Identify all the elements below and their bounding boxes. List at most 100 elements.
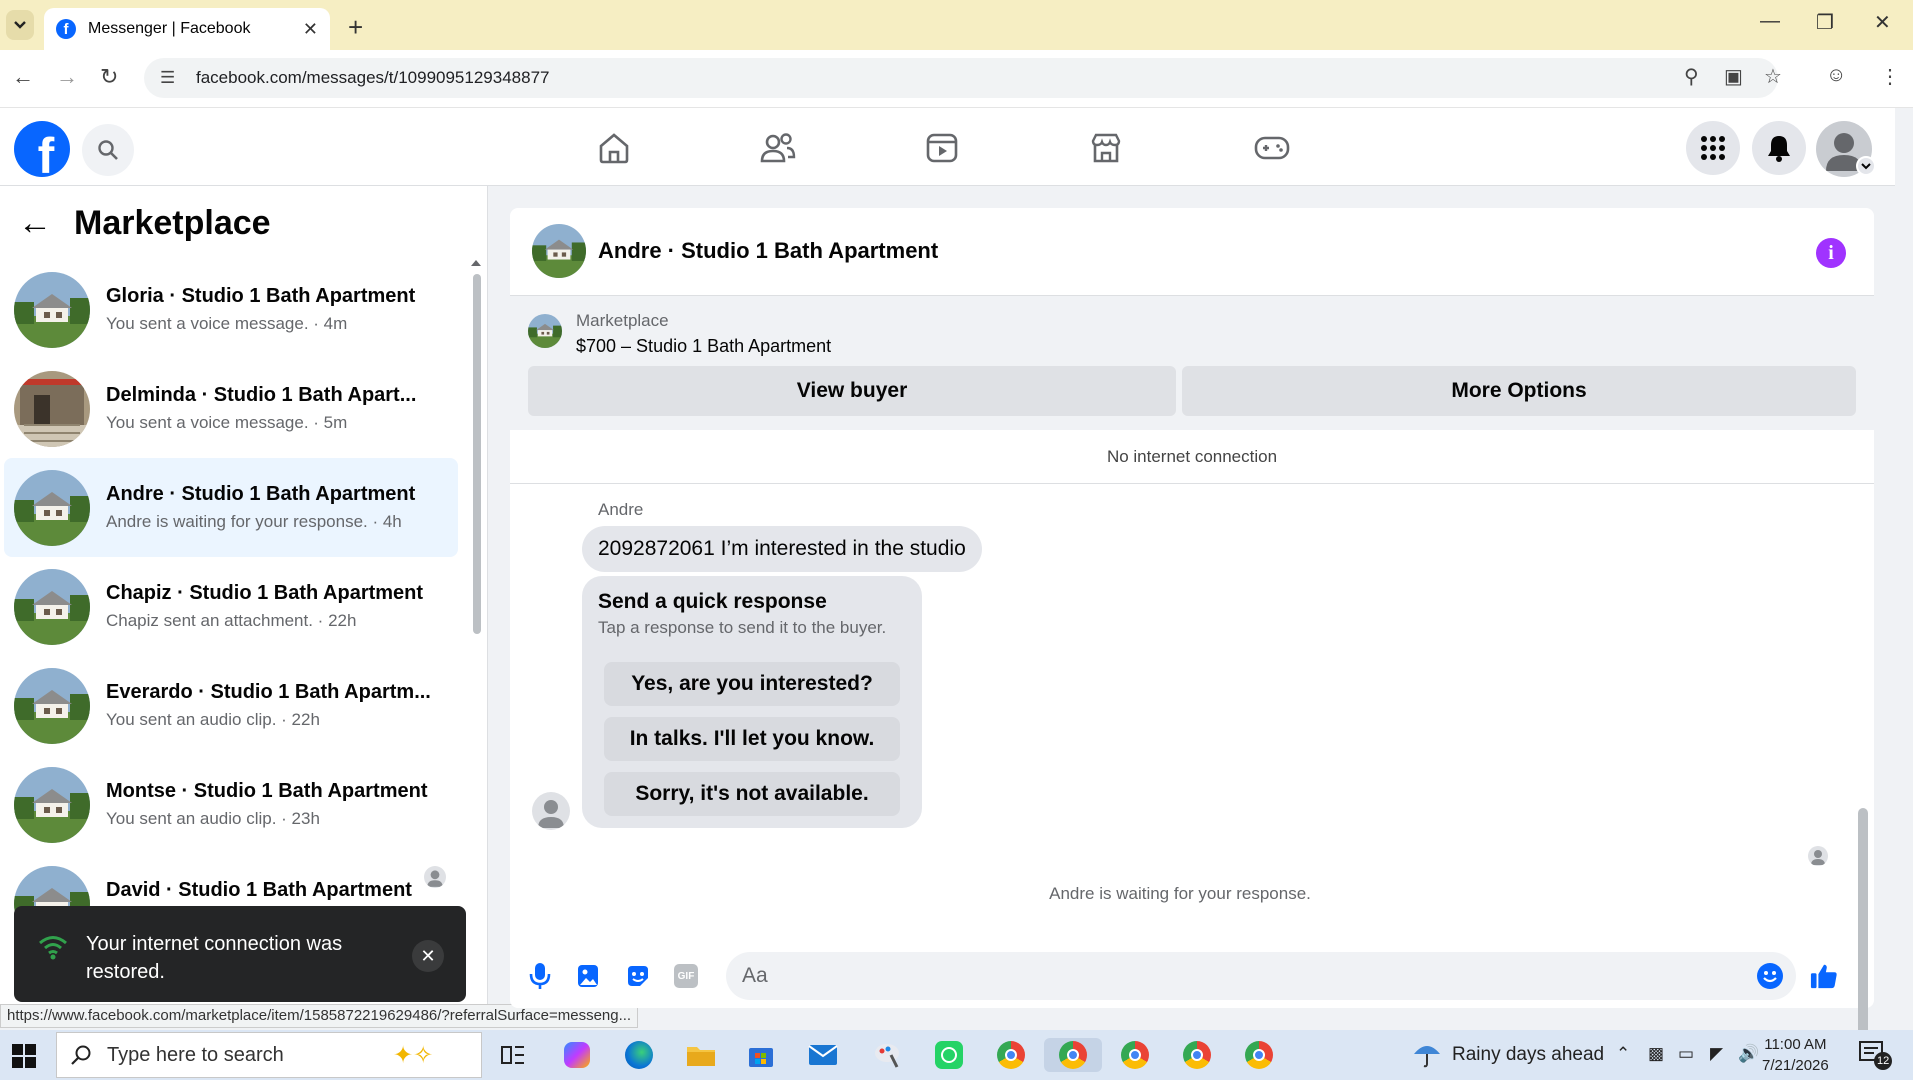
like-button[interactable]: [1810, 962, 1838, 990]
sticker-button[interactable]: [624, 962, 652, 990]
conversation-item[interactable]: Everardo · Studio 1 Bath Apartm... You se…: [4, 656, 458, 755]
conversation-list: Gloria · Studio 1 Bath Apartment You sent…: [4, 260, 458, 953]
marketplace-icon: [1091, 133, 1121, 163]
conversation-name: David · Studio 1 Bath Apartment: [106, 879, 412, 901]
voice-clip-button[interactable]: [526, 962, 554, 990]
notifications-button[interactable]: [1752, 121, 1806, 175]
sender-avatar[interactable]: [532, 792, 570, 830]
weather-widget[interactable]: Rainy days ahead: [1412, 1042, 1604, 1068]
restore-icon[interactable]: ❐: [1816, 10, 1834, 35]
chrome-icon[interactable]: [1118, 1038, 1152, 1072]
conversation-item[interactable]: Montse · Studio 1 Bath Apartment You sent…: [4, 755, 458, 854]
listing-porch-image: [14, 370, 90, 447]
message-input[interactable]: Aa: [726, 952, 1796, 1000]
info-icon[interactable]: i: [1816, 238, 1846, 268]
new-tab-button[interactable]: +: [348, 12, 363, 43]
chat-avatar[interactable]: [532, 224, 586, 278]
chrome-icon[interactable]: [1180, 1038, 1214, 1072]
task-view-icon[interactable]: [496, 1038, 530, 1072]
whatsapp-icon[interactable]: [932, 1038, 966, 1072]
reload-icon[interactable]: ↻: [100, 64, 118, 90]
minimize-icon[interactable]: —: [1760, 10, 1780, 33]
message-bubble[interactable]: 2092872061 I’m interested in the studio: [582, 526, 982, 572]
tray-chevron-up-icon[interactable]: ⌃: [1616, 1044, 1630, 1064]
forward-icon[interactable]: →: [56, 64, 78, 90]
sidebar-scroll-thumb[interactable]: [473, 274, 481, 634]
mail-icon[interactable]: [806, 1038, 840, 1072]
battery-icon[interactable]: ▭: [1678, 1044, 1694, 1064]
back-icon[interactable]: ←: [12, 64, 34, 90]
umbrella-icon: [1414, 1046, 1440, 1068]
menu-button[interactable]: [1686, 121, 1740, 175]
zoom-icon[interactable]: ⚲: [1684, 64, 1699, 89]
chat-scrollbar[interactable]: [1854, 504, 1868, 1080]
network-icon[interactable]: ◤: [1710, 1044, 1723, 1064]
address-url[interactable]: facebook.com/messages/t/1099095129348877: [196, 68, 549, 88]
microphone-icon: [529, 963, 551, 989]
marketplace-nav[interactable]: [1086, 128, 1126, 168]
tab-close-icon[interactable]: ✕: [303, 19, 318, 40]
more-options-button[interactable]: More Options: [1182, 366, 1856, 416]
friends-nav[interactable]: [758, 128, 798, 168]
bookmark-star-icon[interactable]: ☆: [1764, 64, 1782, 89]
gif-button[interactable]: GIF: [672, 962, 700, 990]
emoji-button[interactable]: [1756, 962, 1784, 990]
edge-icon[interactable]: [622, 1038, 656, 1072]
microsoft-store-icon[interactable]: [744, 1038, 778, 1072]
site-info-icon[interactable]: ☰: [160, 68, 182, 88]
clock-time: 11:00 AM: [1764, 1036, 1827, 1053]
close-window-icon[interactable]: ✕: [1874, 10, 1891, 35]
back-arrow-icon[interactable]: ←: [18, 204, 52, 243]
listing-house-image: [14, 766, 90, 843]
conversation-text: Gloria · Studio 1 Bath Apartment You sent…: [106, 285, 415, 334]
conversation-preview: You sent a voice message. · 5m: [106, 413, 348, 432]
sidebar-scrollbar[interactable]: [470, 256, 482, 1026]
conversation-item[interactable]: Chapiz · Studio 1 Bath Apartment Chapiz s…: [4, 557, 458, 656]
chevron-down-icon: [1861, 162, 1871, 169]
home-nav[interactable]: [594, 128, 634, 168]
video-nav[interactable]: [922, 128, 962, 168]
message-composer: GIF Aa: [510, 944, 1874, 1008]
chrome-icon[interactable]: [994, 1038, 1028, 1072]
meet-now-icon[interactable]: ▩: [1648, 1044, 1664, 1064]
more-menu-icon[interactable]: ⋮: [1880, 64, 1900, 89]
chrome-icon[interactable]: [1044, 1038, 1102, 1072]
windows-taskbar: Type here to search ✦✧ Rainy days ahead …: [0, 1030, 1913, 1080]
copilot-icon[interactable]: [560, 1038, 594, 1072]
quick-reply-button[interactable]: In talks. I'll let you know.: [604, 717, 900, 761]
scroll-up-icon[interactable]: [470, 258, 482, 268]
listing-thumbnail[interactable]: [528, 314, 562, 348]
facebook-header: f: [0, 108, 1895, 186]
taskbar-search[interactable]: Type here to search ✦✧: [56, 1032, 482, 1078]
notification-center[interactable]: 12: [1858, 1040, 1893, 1075]
volume-icon[interactable]: 🔊: [1738, 1044, 1759, 1064]
facebook-favicon-icon: f: [56, 19, 76, 39]
conversation-item[interactable]: Delminda · Studio 1 Bath Apart... You sen…: [4, 359, 458, 458]
gaming-nav[interactable]: [1252, 128, 1292, 168]
profile-icon[interactable]: ☺: [1826, 64, 1846, 87]
taskbar-clock[interactable]: 11:00 AM 7/21/2026: [1762, 1034, 1829, 1076]
listing-house-image: [14, 568, 90, 645]
tab-search-button[interactable]: [6, 10, 34, 40]
view-buyer-button[interactable]: View buyer: [528, 366, 1176, 416]
attach-photo-button[interactable]: [574, 962, 602, 990]
quick-reply-button[interactable]: Sorry, it's not available.: [604, 772, 900, 816]
facebook-logo[interactable]: f: [14, 121, 70, 177]
search-button[interactable]: [82, 124, 134, 176]
paint-icon[interactable]: [870, 1038, 904, 1072]
quick-reply-button[interactable]: Yes, are you interested?: [604, 662, 900, 706]
chevron-down-icon: [14, 21, 26, 29]
file-explorer-icon[interactable]: [684, 1038, 718, 1072]
bell-icon: [1768, 136, 1790, 162]
address-bar[interactable]: ☰ facebook.com/messages/t/10990951293488…: [144, 58, 1778, 98]
conversation-item[interactable]: Andre · Studio 1 Bath Apartment Andre is …: [4, 458, 458, 557]
chat-title[interactable]: Andre · Studio 1 Bath Apartment: [598, 238, 938, 264]
account-menu-chevron[interactable]: [1856, 156, 1876, 176]
install-app-icon[interactable]: ▣: [1724, 64, 1743, 89]
browser-tab[interactable]: f Messenger | Facebook ✕: [44, 8, 330, 50]
listing-title[interactable]: $700 – Studio 1 Bath Apartment: [576, 336, 831, 357]
windows-start-icon[interactable]: [12, 1044, 36, 1068]
toast-close-button[interactable]: ✕: [412, 940, 444, 972]
chrome-icon[interactable]: [1242, 1038, 1276, 1072]
conversation-item[interactable]: Gloria · Studio 1 Bath Apartment You sent…: [4, 260, 458, 359]
